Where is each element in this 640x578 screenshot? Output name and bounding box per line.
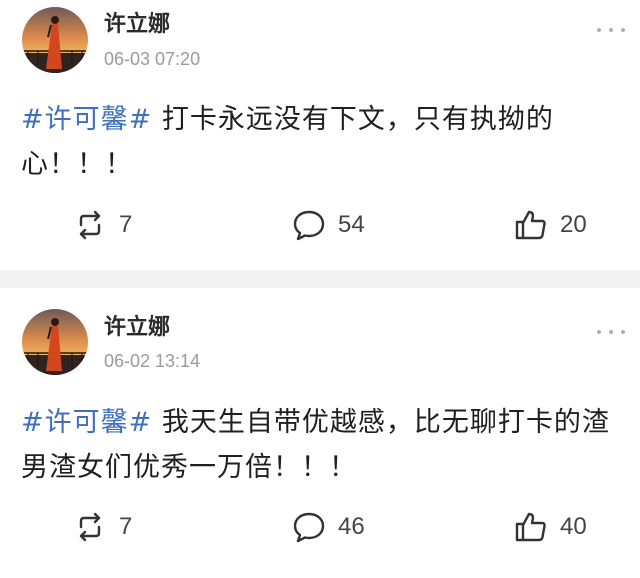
username[interactable]: 许立娜: [104, 314, 170, 342]
like-count: 40: [560, 513, 587, 540]
repost-icon: [79, 512, 101, 542]
username[interactable]: 许立娜: [104, 11, 170, 39]
thumbs-up-icon: [515, 512, 546, 542]
like-button[interactable]: 20: [514, 203, 587, 247]
thumbs-up-icon: [515, 210, 546, 240]
avatar[interactable]: [22, 309, 88, 375]
post-text: #许可馨# 我天生自带优越感，比无聊打卡的渣男渣女们优秀一万倍！！！: [21, 400, 621, 490]
feed: 许立娜 06-03 07:20 #许可馨# 打卡永远没有下文，只有执拗的心！！！…: [0, 0, 640, 578]
comment-count: 54: [338, 211, 365, 238]
post-separator: [0, 270, 640, 288]
comment-button[interactable]: 54: [292, 203, 365, 247]
repost-button[interactable]: 7: [73, 203, 132, 247]
more-dots-icon[interactable]: [594, 322, 628, 342]
post-timestamp: 06-02 13:14: [104, 351, 201, 371]
post-card[interactable]: 许立娜 06-03 07:20 #许可馨# 打卡永远没有下文，只有执拗的心！！！…: [0, 0, 640, 270]
hashtag-link[interactable]: #许可馨#: [21, 407, 152, 438]
avatar[interactable]: [22, 7, 88, 73]
repost-icon: [79, 210, 101, 240]
hashtag-link[interactable]: #许可馨#: [21, 104, 152, 135]
repost-count: 7: [119, 513, 133, 540]
comment-count: 46: [338, 513, 365, 540]
comment-icon: [293, 512, 325, 543]
repost-count: 7: [119, 211, 133, 238]
like-button[interactable]: 40: [514, 505, 587, 549]
like-count: 20: [560, 211, 587, 238]
repost-button[interactable]: 7: [73, 505, 132, 549]
more-dots-icon[interactable]: [594, 20, 628, 40]
post-text: #许可馨# 打卡永远没有下文，只有执拗的心！！！: [21, 97, 621, 187]
post-card[interactable]: 许立娜 06-02 13:14 #许可馨# 我天生自带优越感，比无聊打卡的渣男渣…: [0, 288, 640, 578]
comment-icon: [293, 210, 325, 241]
comment-button[interactable]: 46: [292, 505, 365, 549]
post-timestamp: 06-03 07:20: [104, 49, 201, 69]
